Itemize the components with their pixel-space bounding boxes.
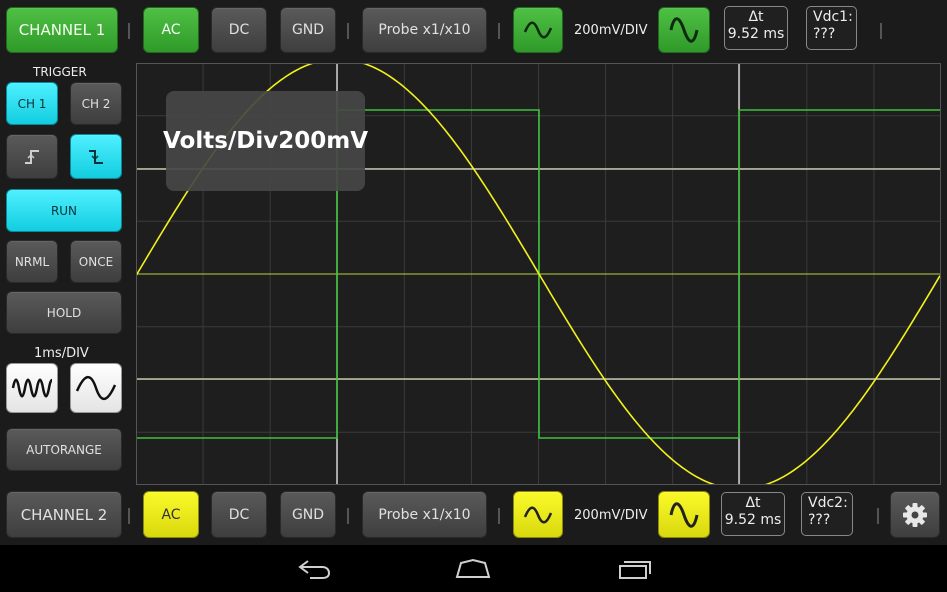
trigger-rising-button[interactable] — [6, 134, 58, 179]
ch2-volts-div: 200mV/DIV — [574, 508, 648, 523]
separator — [347, 508, 349, 524]
ch2-ac-button[interactable]: AC — [143, 491, 199, 538]
channel-1-button[interactable]: CHANNEL 1 — [6, 7, 118, 53]
once-button[interactable]: ONCE — [70, 240, 122, 283]
ch1-dc-button[interactable]: DC — [211, 7, 267, 53]
ch1-waveform-toggle[interactable] — [658, 7, 710, 53]
vdc1-readout: Vdc1: ??? — [806, 6, 857, 50]
ch2-dc-button[interactable]: DC — [211, 491, 267, 538]
system-navigation-bar — [0, 545, 947, 592]
autorange-button[interactable]: AUTORANGE — [6, 428, 122, 471]
ch1-dc-label: DC — [228, 22, 250, 38]
ch2-delta-t-readout: Δt 9.52 ms — [721, 492, 785, 536]
ch2-ac-label: AC — [161, 506, 181, 523]
delta-t-value: 9.52 ms — [724, 512, 782, 528]
vdc2-readout: Vdc2: ??? — [801, 492, 853, 536]
trigger-ch2-label: CH 2 — [81, 96, 111, 111]
volts-div-toast: Volts/Div200mV — [162, 91, 369, 191]
delta-t-label: Δt — [745, 495, 761, 511]
vdc1-label: Vdc1: — [813, 9, 853, 25]
vdc2-value: ??? — [808, 512, 831, 528]
back-button[interactable] — [284, 553, 344, 585]
settings-button[interactable] — [890, 491, 940, 538]
fast-wave-icon — [11, 378, 53, 398]
ch2-ac-mode-button[interactable] — [513, 491, 563, 538]
separator — [498, 508, 500, 524]
autorange-label: AUTORANGE — [26, 442, 102, 457]
separator — [128, 508, 130, 524]
ch1-probe-label: Probe x1/x10 — [378, 22, 471, 38]
timebase-label: 1ms/DIV — [34, 346, 89, 361]
ch1-delta-t-readout: Δt 9.52 ms — [724, 6, 788, 50]
sine-wave-icon — [523, 506, 553, 523]
home-button[interactable] — [443, 553, 503, 585]
falling-edge-icon — [89, 149, 103, 164]
sine-wave-icon — [669, 501, 699, 528]
separator — [877, 508, 879, 524]
ch1-ac-mode-button[interactable] — [513, 7, 563, 53]
run-button[interactable]: RUN — [6, 189, 122, 232]
ch1-gnd-button[interactable]: GND — [280, 7, 336, 53]
nrml-label: NRML — [14, 254, 50, 269]
home-icon — [455, 558, 491, 578]
run-label: RUN — [50, 203, 78, 218]
gear-icon — [903, 502, 927, 527]
hold-label: HOLD — [46, 305, 82, 320]
recents-icon — [619, 561, 651, 579]
ch2-gnd-label: GND — [291, 506, 325, 523]
rising-edge-icon — [25, 149, 39, 164]
timebase-faster-button[interactable] — [6, 363, 58, 413]
trigger-label: TRIGGER — [33, 65, 87, 79]
ch1-volts-div: 200mV/DIV — [574, 23, 648, 38]
channel-1-label: CHANNEL 1 — [18, 21, 106, 39]
hold-button[interactable]: HOLD — [6, 291, 122, 334]
back-arrow-icon — [298, 560, 331, 579]
delta-t-label: Δt — [748, 9, 764, 25]
ch2-dc-label: DC — [228, 506, 250, 523]
separator — [498, 23, 500, 39]
trigger-ch1-label: CH 1 — [17, 96, 47, 111]
ch1-ac-button[interactable]: AC — [143, 7, 199, 53]
channel-2-label: CHANNEL 2 — [20, 505, 108, 524]
vdc1-value: ??? — [813, 26, 836, 42]
ch2-probe-label: Probe x1/x10 — [378, 506, 471, 523]
timebase-slower-button[interactable] — [70, 363, 122, 413]
nrml-button[interactable]: NRML — [6, 240, 58, 283]
ch2-gnd-button[interactable]: GND — [280, 491, 336, 538]
slow-wave-icon — [75, 375, 117, 401]
trigger-falling-button[interactable] — [70, 134, 122, 179]
separator — [128, 23, 130, 39]
sine-wave-icon — [669, 17, 699, 43]
ch1-gnd-label: GND — [291, 22, 325, 38]
trigger-ch2-button[interactable]: CH 2 — [70, 82, 122, 125]
separator — [880, 23, 882, 39]
vdc2-label: Vdc2: — [808, 495, 848, 511]
separator — [347, 23, 349, 39]
recents-button[interactable] — [604, 553, 664, 585]
delta-t-value: 9.52 ms — [727, 26, 785, 42]
ch1-probe-button[interactable]: Probe x1/x10 — [362, 7, 487, 53]
toast-text: Volts/Div200mV — [162, 128, 369, 154]
sine-wave-icon — [523, 21, 553, 39]
ch1-ac-label: AC — [161, 22, 181, 38]
once-label: ONCE — [78, 254, 114, 269]
ch2-waveform-toggle[interactable] — [658, 491, 710, 538]
trigger-ch1-button[interactable]: CH 1 — [6, 82, 58, 125]
ch2-probe-button[interactable]: Probe x1/x10 — [362, 491, 487, 538]
channel-2-button[interactable]: CHANNEL 2 — [6, 491, 122, 538]
